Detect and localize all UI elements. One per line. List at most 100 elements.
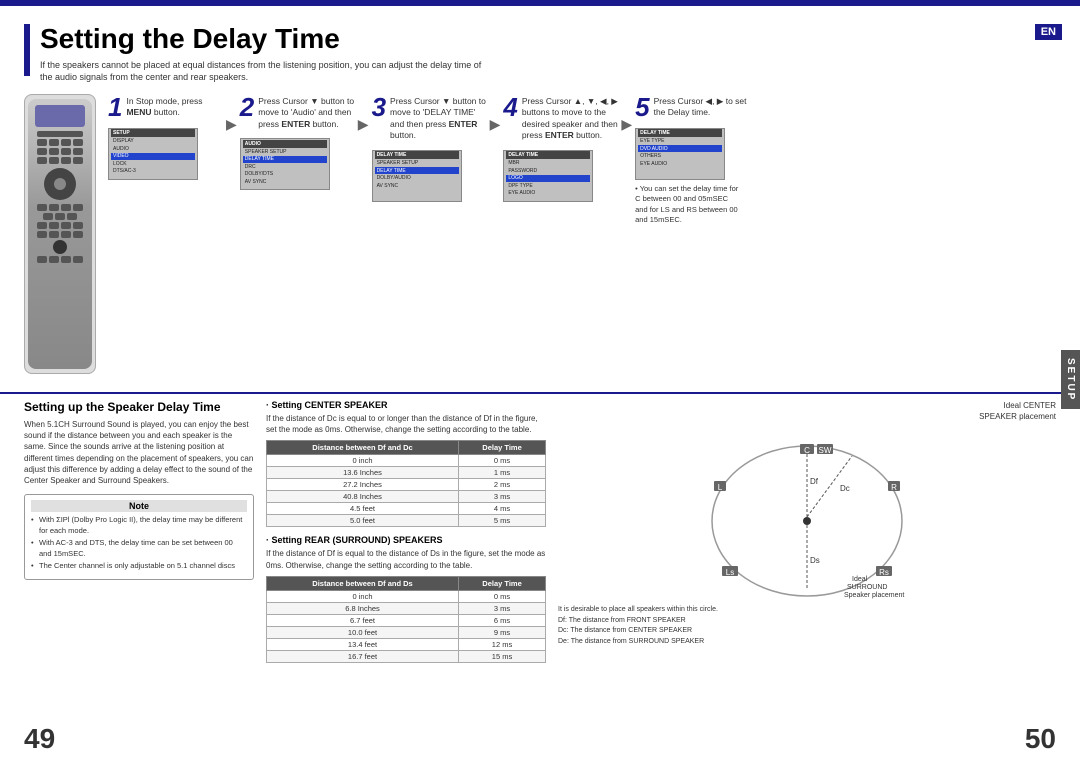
remote-btn xyxy=(43,213,53,220)
center-speaker-title: · Setting CENTER SPEAKER xyxy=(266,400,546,410)
step-4: 4 Press Cursor ▲, ▼, ◀, ▶ buttons to mov… xyxy=(503,94,618,202)
screen-line: LOCK xyxy=(111,160,195,167)
screen-line: DRC xyxy=(243,163,327,170)
remote-btn xyxy=(37,139,47,146)
remote-btn xyxy=(73,204,83,211)
remote-btn xyxy=(49,231,59,238)
table-row: 27.2 Inches 2 ms xyxy=(267,479,546,491)
remote-btn xyxy=(61,148,71,155)
center-speaker-text: If the distance of Dc is equal to or lon… xyxy=(266,413,546,435)
remote-btn xyxy=(37,157,47,164)
note-title: Note xyxy=(31,500,247,512)
step-4-header: 4 Press Cursor ▲, ▼, ◀, ▶ buttons to mov… xyxy=(503,94,618,142)
step-2-screen: AUDIO SPEAKER SETUP DELAY TIME DRC DOLBY… xyxy=(240,138,330,190)
remote-btn xyxy=(49,148,59,155)
remote-btn xyxy=(73,222,83,229)
diagram-title: Ideal CENTER SPEAKER placement xyxy=(558,400,1056,422)
svg-text:C: C xyxy=(804,446,810,455)
remote-btn-row-8 xyxy=(37,256,83,263)
screen-line: EYE AUDIO xyxy=(638,160,722,167)
svg-text:L: L xyxy=(718,483,723,492)
remote-btn xyxy=(49,139,59,146)
step-1: 1 In Stop mode, press MENU button. SETUP… xyxy=(108,94,223,180)
remote-screen xyxy=(35,105,85,127)
arrow-2-3: ▶ xyxy=(357,116,370,133)
remote-button-wide xyxy=(37,131,83,137)
table-header-distance: Distance between Df and Ds xyxy=(267,576,459,590)
screen-line: AV SYNC xyxy=(375,182,459,189)
table-row: 16.7 feet 15 ms xyxy=(267,650,546,662)
remote-btn-row-7 xyxy=(37,231,83,238)
step-3-description: Press Cursor ▼ button to move to 'DELAY … xyxy=(390,96,487,142)
screen-header: SETUP xyxy=(111,129,195,137)
language-badge: EN xyxy=(1035,24,1062,40)
diagram-note-line-4: De: The distance from SURROUND SPEAKER xyxy=(558,637,1056,648)
title-text-block: Setting the Delay Time If the speakers c… xyxy=(40,24,481,84)
remote-btn xyxy=(61,204,71,211)
screen-line: DOLBY/DTS xyxy=(243,171,327,178)
screen-line-selected: LOGO xyxy=(506,175,590,182)
center-speaker-table: Distance between Df and Dc Delay Time 0 … xyxy=(266,440,546,527)
arrow-3-4: ▶ xyxy=(489,116,502,133)
svg-text:SW: SW xyxy=(819,446,832,455)
remote-btn xyxy=(61,139,71,146)
remote-control-image xyxy=(24,94,96,374)
speaker-diagram: Df Dc Ds C SW L R Ls Rs xyxy=(692,426,922,601)
screen-line: EYE TYPE xyxy=(638,138,722,145)
table-row: 10.0 feet 9 ms xyxy=(267,626,546,638)
remote-btn xyxy=(73,148,83,155)
main-content: EN Setting the Delay Time If the speaker… xyxy=(0,6,1080,384)
diagram-note-line-1: It is desirable to place all speakers wi… xyxy=(558,605,1056,616)
table-header-delay: Delay Time xyxy=(459,441,546,455)
screen-line: EYE AUDIO xyxy=(506,190,590,197)
step-1-description: In Stop mode, press MENU button. xyxy=(126,96,223,119)
screen-line: DOLBY/AUDIO xyxy=(375,175,459,182)
screen-line: PASSWORD xyxy=(506,167,590,174)
table-row: 13.4 feet 12 ms xyxy=(267,638,546,650)
remote-btn xyxy=(67,213,77,220)
diagram-note-line-2: Df: The distance from FRONT SPEAKER xyxy=(558,616,1056,627)
step-4-number: 4 xyxy=(503,94,517,120)
remote-dpad xyxy=(44,168,76,200)
remote-btn xyxy=(73,139,83,146)
step-4-screen: DELAY TIME MBR PASSWORD LOGO DPF TYPE EY… xyxy=(503,150,593,202)
section-title: Setting up the Speaker Delay Time xyxy=(24,400,254,414)
screen-line-selected: DELAY TIME xyxy=(243,156,327,163)
remote-btn xyxy=(49,222,59,229)
screen-line-selected: DVD AUDIO xyxy=(638,145,722,152)
step-3-header: 3 Press Cursor ▼ button to move to 'DELA… xyxy=(372,94,487,142)
step-2-number: 2 xyxy=(240,94,254,120)
remote-btn xyxy=(37,204,47,211)
note-item-1: With ΣIPl (Dolby Pro Logic II), the dela… xyxy=(31,515,247,536)
middle-panel: · Setting CENTER SPEAKER If the distance… xyxy=(266,400,546,671)
remote-btn xyxy=(55,213,65,220)
screen-line: AUDIO xyxy=(111,145,195,152)
remote-btn-row-5 xyxy=(43,213,77,220)
screen-header: DELAY TIME xyxy=(375,151,459,159)
page-number-left: 49 xyxy=(24,723,55,755)
remote-btn xyxy=(61,256,71,263)
step-5-screen: DELAY TIME EYE TYPE DVD AUDIO OTHERS EYE… xyxy=(635,128,725,180)
table-row: 0 inch 0 ms xyxy=(267,590,546,602)
remote-btn xyxy=(73,231,83,238)
remote-btn-row-6 xyxy=(37,222,83,229)
steps-row: 1 In Stop mode, press MENU button. SETUP… xyxy=(24,94,1056,374)
remote-btn xyxy=(73,256,83,263)
all-steps: 1 In Stop mode, press MENU button. SETUP… xyxy=(108,94,1056,226)
step-5-number: 5 xyxy=(635,94,649,120)
screen-line-selected: DELAY TIME xyxy=(375,167,459,174)
screen-header: AUDIO xyxy=(243,140,327,148)
screen-line: MBR xyxy=(506,160,590,167)
diagram-note-line-3: Dc: The distance from CENTER SPEAKER xyxy=(558,626,1056,637)
step-3-screen: DELAY TIME SPEAKER SETUP DELAY TIME DOLB… xyxy=(372,150,462,202)
note-item-3: The Center channel is only adjustable on… xyxy=(31,561,247,572)
step-2-description: Press Cursor ▼ button to move to 'Audio'… xyxy=(258,96,355,130)
svg-text:Rs: Rs xyxy=(879,568,889,577)
remote-btn xyxy=(73,157,83,164)
page-subtitle: If the speakers cannot be placed at equa… xyxy=(40,59,481,84)
arrow-4-5: ▶ xyxy=(620,116,633,133)
page-title: Setting the Delay Time xyxy=(40,24,481,55)
step-3: 3 Press Cursor ▼ button to move to 'DELA… xyxy=(372,94,487,202)
rear-speaker-text: If the distance of Df is equal to the di… xyxy=(266,548,546,570)
svg-text:Ds: Ds xyxy=(810,556,820,565)
